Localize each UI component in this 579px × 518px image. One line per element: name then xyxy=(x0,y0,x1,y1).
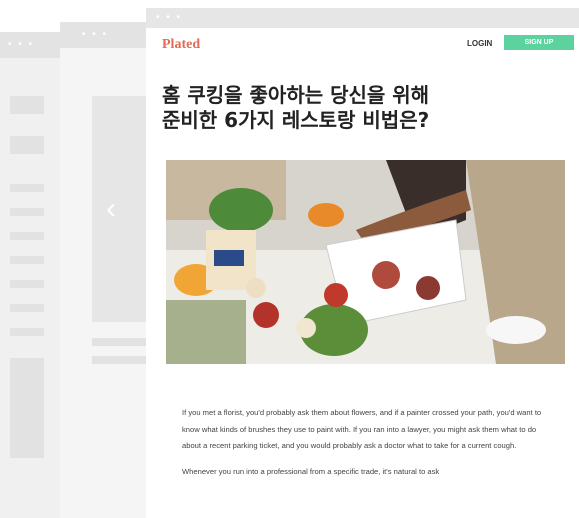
article-paragraph: Whenever you run into a professional fro… xyxy=(182,466,440,476)
window-titlebar: • • • xyxy=(146,8,579,28)
site-logo[interactable]: Plated xyxy=(162,37,200,53)
placeholder-line xyxy=(10,328,44,336)
signup-button[interactable]: SIGN UP xyxy=(504,35,574,50)
placeholder-line xyxy=(10,184,44,192)
article-title-line: 준비한 6가지 레스토랑 비법은? xyxy=(162,108,430,132)
browser-window: • • • Plated LOGIN SIGN UP 홈 쿠킹을 좋아하는 당신… xyxy=(146,8,579,518)
placeholder-line xyxy=(10,208,44,216)
background-window-back: • • • xyxy=(0,32,60,518)
placeholder-line xyxy=(10,304,44,312)
article-body: If you met a florist, you'd probably ask… xyxy=(182,405,542,489)
article-title-line: 홈 쿠킹을 좋아하는 당신을 위해 xyxy=(162,83,430,107)
hero-image xyxy=(166,160,565,364)
window-dots: • • • xyxy=(82,29,109,40)
placeholder-block xyxy=(10,136,44,154)
placeholder-block xyxy=(10,96,44,114)
placeholder-line xyxy=(10,256,44,264)
chevron-left-icon[interactable]: ‹ xyxy=(106,194,116,224)
window-titlebar: • • • xyxy=(0,32,60,58)
placeholder-line xyxy=(10,232,44,240)
placeholder-block xyxy=(10,358,44,458)
window-dots: • • • xyxy=(156,12,183,23)
window-dots: • • • xyxy=(8,39,35,50)
placeholder-line xyxy=(10,280,44,288)
article-title: 홈 쿠킹을 좋아하는 당신을 위해 준비한 6가지 레스토랑 비법은? xyxy=(162,83,542,133)
article-paragraph: If you met a florist, you'd probably ask… xyxy=(182,408,542,450)
login-link[interactable]: LOGIN xyxy=(467,39,492,48)
